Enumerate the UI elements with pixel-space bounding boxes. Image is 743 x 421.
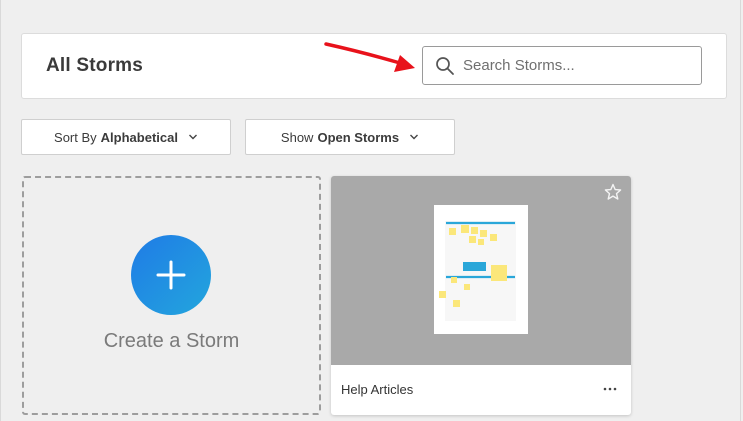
page-title: All Storms <box>46 55 144 76</box>
show-dropdown[interactable]: Show Open Storms <box>245 119 455 155</box>
star-icon[interactable] <box>604 183 622 201</box>
storm-name[interactable]: Help Articles <box>341 382 413 397</box>
more-options-icon[interactable] <box>603 383 617 395</box>
show-dropdown-label: Show <box>280 129 314 145</box>
create-storm-label: Create a Storm <box>103 330 240 352</box>
search-icon <box>436 57 454 75</box>
create-storm-card[interactable]: Create a Storm <box>22 176 321 415</box>
storm-preview-image <box>434 205 528 334</box>
storm-card[interactable]: Help Articles <box>331 176 631 415</box>
sort-dropdown[interactable]: Sort By Alphabetical <box>21 119 231 155</box>
sort-dropdown-value: Alphabetical <box>100 129 178 145</box>
storm-card-footer: Help Articles <box>331 365 631 415</box>
annotation-arrow-icon <box>324 42 415 72</box>
chevron-down-icon <box>188 134 197 140</box>
sort-dropdown-label: Sort By <box>54 129 97 145</box>
show-dropdown-value: Open Storms <box>317 129 400 145</box>
plus-icon <box>156 260 186 290</box>
search-input[interactable] <box>463 47 695 84</box>
create-storm-button[interactable] <box>131 235 211 315</box>
chevron-down-icon <box>410 134 419 140</box>
search-box[interactable] <box>422 46 702 85</box>
storm-thumbnail[interactable] <box>331 176 631 365</box>
